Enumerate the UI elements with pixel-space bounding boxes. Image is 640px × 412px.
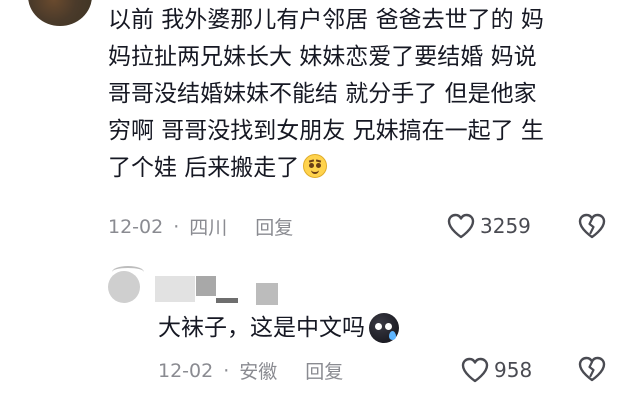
reply-text: 大袜子，这是中文吗 — [158, 315, 365, 341]
comment-body: 以前 我外婆那儿有户邻居 爸爸去世了的 妈 妈拉扯两兄妹长大 妹妹恋爱了要结婚 … — [108, 2, 628, 187]
heart-outline-icon — [447, 213, 475, 239]
comment-location: 四川 — [189, 217, 228, 239]
comment-meta: 12-02 · 四川 回复 — [108, 213, 293, 240]
dislike-button[interactable] — [577, 212, 607, 244]
mosaic-block — [256, 283, 278, 305]
commenter-avatar[interactable] — [28, 0, 92, 26]
comment-text: 以前 我外婆那儿有户邻居 爸爸去世了的 妈 妈拉扯两兄妹长大 妹妹恋爱了要结婚 … — [108, 7, 544, 181]
like-count: 3259 — [480, 214, 531, 238]
comment-date: 12-02 — [108, 215, 164, 238]
meta-separator: · — [223, 359, 230, 382]
mosaic-block — [196, 276, 216, 296]
like-button[interactable]: 3259 — [446, 212, 531, 240]
broken-heart-icon — [578, 356, 606, 382]
crying-ball-emoji-icon — [369, 313, 399, 343]
reply-reply-button[interactable]: 回复 — [305, 357, 343, 384]
mosaic-block — [216, 298, 238, 303]
reply-avatar[interactable] — [108, 271, 140, 303]
broken-heart-icon — [578, 213, 606, 239]
meta-separator: · — [173, 215, 180, 238]
reply-like-button[interactable]: 958 — [460, 356, 532, 384]
reply-location: 安徽 — [239, 361, 278, 383]
reply-button[interactable]: 回复 — [255, 213, 293, 240]
reply-body: 大袜子，这是中文吗 — [158, 311, 399, 345]
heart-outline-icon — [461, 357, 489, 383]
reply-date: 12-02 — [158, 359, 214, 382]
mosaic-block — [155, 276, 195, 302]
reply-dislike-button[interactable] — [577, 355, 607, 387]
reply-meta: 12-02 · 安徽 回复 — [158, 357, 343, 384]
smirk-emoji-icon — [303, 154, 328, 178]
reply-like-count: 958 — [494, 358, 533, 382]
